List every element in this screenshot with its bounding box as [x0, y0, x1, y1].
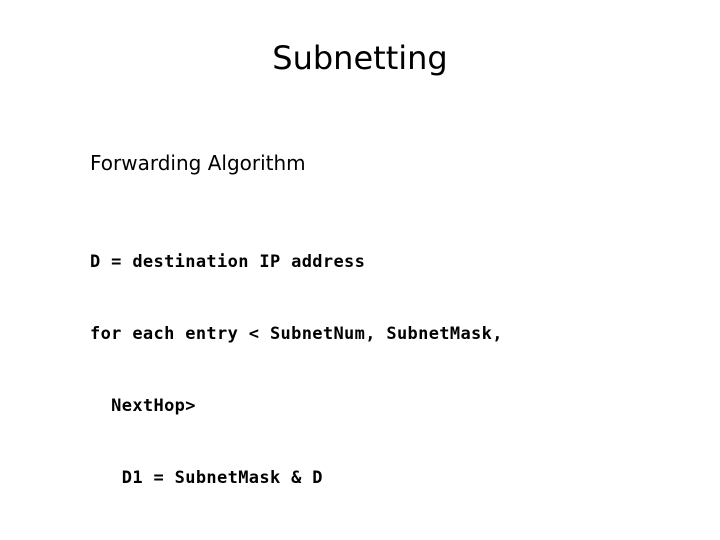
code-line: D1 = SubnetMask & D [90, 468, 323, 488]
code-line: NextHop> [90, 396, 196, 416]
page-title: Subnetting [272, 39, 448, 77]
code-line: for each entry < SubnetNum, SubnetMask, [90, 324, 503, 344]
slide-canvas: Subnetting Forwarding Algorithm D = dest… [0, 0, 720, 540]
section-heading: Forwarding Algorithm [90, 151, 306, 175]
code-line: D = destination IP address [90, 252, 366, 272]
algorithm-code-block: D = destination IP address for each entr… [90, 202, 588, 540]
